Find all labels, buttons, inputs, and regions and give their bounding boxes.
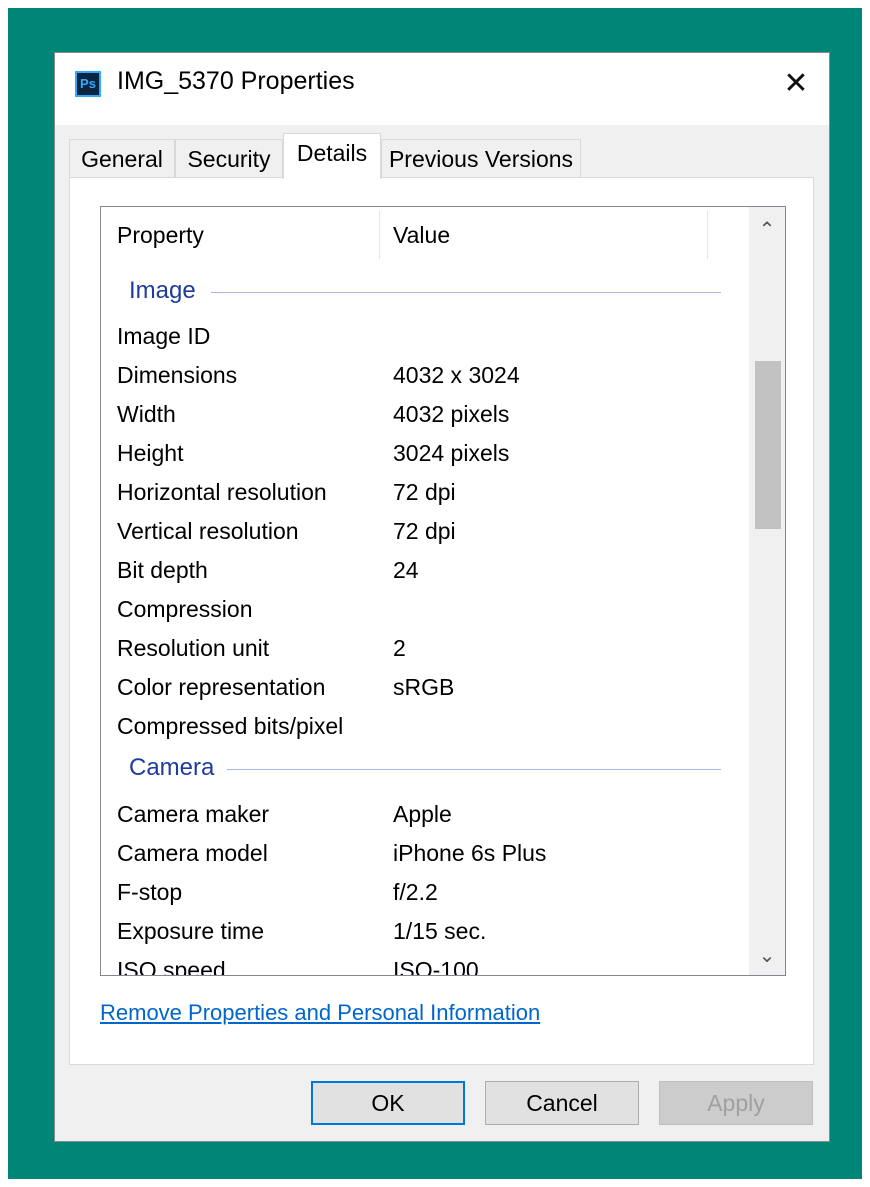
property-name: Vertical resolution: [117, 518, 299, 544]
property-value: 4032 pixels: [393, 401, 510, 427]
remove-properties-link[interactable]: Remove Properties and Personal Informati…: [100, 1000, 540, 1026]
list-item[interactable]: Camera model iPhone 6s Plus: [101, 834, 741, 873]
list-item[interactable]: Color representation sRGB: [101, 668, 741, 707]
property-name: Camera model: [117, 840, 268, 866]
scrollbar-thumb[interactable]: [755, 361, 781, 529]
property-value: 3024 pixels: [393, 440, 510, 466]
property-name: Height: [117, 440, 184, 466]
property-name: Camera maker: [117, 801, 270, 827]
list-item[interactable]: Bit depth 24: [101, 551, 741, 590]
property-value: Apple: [393, 801, 452, 827]
property-name: ISO speed: [117, 957, 226, 976]
property-name: Compression: [117, 596, 253, 622]
cancel-button[interactable]: Cancel: [485, 1081, 639, 1125]
title-bar[interactable]: Ps IMG_5370 Properties ✕: [55, 53, 829, 125]
list-item[interactable]: Exposure time 1/15 sec.: [101, 912, 741, 951]
property-value: f/2.2: [393, 879, 438, 905]
window-title: IMG_5370 Properties: [117, 67, 355, 95]
property-value: 72 dpi: [393, 518, 456, 544]
list-item[interactable]: Horizontal resolution 72 dpi: [101, 473, 741, 512]
list-item[interactable]: Compression: [101, 590, 741, 629]
property-name: Dimensions: [117, 362, 238, 388]
column-header-value[interactable]: Value: [393, 207, 450, 263]
property-name: Compressed bits/pixel: [117, 713, 344, 739]
photoshop-icon: Ps: [75, 71, 101, 97]
property-name: Exposure time: [117, 918, 265, 944]
tab-strip: General Security Details Previous Versio…: [69, 133, 819, 179]
apply-button[interactable]: Apply: [659, 1081, 813, 1125]
property-name: Resolution unit: [117, 635, 270, 661]
column-divider[interactable]: [379, 211, 380, 259]
tab-general[interactable]: General: [69, 139, 175, 177]
property-name: Color representation: [117, 674, 326, 700]
property-value: iPhone 6s Plus: [393, 840, 547, 866]
details-list[interactable]: Property Value Image Image ID Dimensions…: [100, 206, 786, 976]
tab-previous-versions[interactable]: Previous Versions: [381, 139, 581, 177]
property-name: Horizontal resolution: [117, 479, 327, 505]
property-name: Width: [117, 401, 176, 427]
property-value: 4032 x 3024: [393, 362, 520, 388]
list-item[interactable]: Resolution unit 2: [101, 629, 741, 668]
list-item[interactable]: F-stop f/2.2: [101, 873, 741, 912]
property-value: 2: [393, 635, 406, 661]
vertical-scrollbar[interactable]: ⌃ ⌄: [749, 207, 785, 975]
group-header-camera: Camera: [129, 754, 215, 781]
group-header-image: Image: [129, 277, 196, 304]
list-item[interactable]: Camera maker Apple: [101, 795, 741, 834]
list-item[interactable]: Image ID: [101, 317, 741, 356]
group-divider-line: [211, 292, 721, 293]
list-item[interactable]: Compressed bits/pixel: [101, 707, 741, 746]
property-value: 24: [393, 557, 419, 583]
group-divider-line: [227, 769, 721, 770]
close-button[interactable]: ✕: [777, 65, 815, 103]
details-panel: Property Value Image Image ID Dimensions…: [69, 177, 814, 1065]
list-item[interactable]: ISO speed ISO-100: [101, 951, 741, 976]
list-item[interactable]: Width 4032 pixels: [101, 395, 741, 434]
tab-security[interactable]: Security: [175, 139, 283, 177]
ok-button[interactable]: OK: [311, 1081, 465, 1125]
list-item[interactable]: Vertical resolution 72 dpi: [101, 512, 741, 551]
scroll-up-arrow-icon[interactable]: ⌃: [749, 211, 785, 247]
list-item[interactable]: Height 3024 pixels: [101, 434, 741, 473]
property-name: Image ID: [117, 323, 211, 349]
property-name: F-stop: [117, 879, 183, 905]
property-value: ISO-100: [393, 957, 479, 976]
properties-dialog: Ps IMG_5370 Properties ✕ General Securit…: [54, 52, 830, 1142]
scroll-down-arrow-icon[interactable]: ⌄: [749, 937, 785, 973]
column-header-property[interactable]: Property: [117, 207, 204, 263]
property-name: Bit depth: [117, 557, 208, 583]
tab-details[interactable]: Details: [283, 133, 381, 179]
property-value: 1/15 sec.: [393, 918, 487, 944]
property-value: 72 dpi: [393, 479, 456, 505]
list-item[interactable]: Dimensions 4032 x 3024: [101, 356, 741, 395]
property-value: sRGB: [393, 674, 455, 700]
column-divider[interactable]: [707, 211, 708, 259]
